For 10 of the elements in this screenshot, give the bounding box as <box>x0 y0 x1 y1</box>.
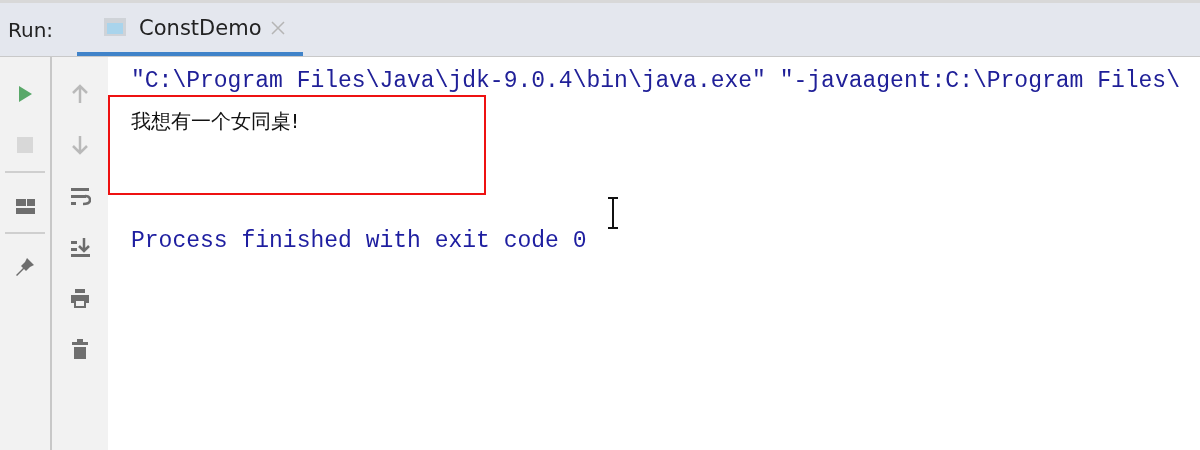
pin-icon[interactable] <box>14 256 36 278</box>
scroll-to-end-icon[interactable] <box>69 236 91 258</box>
console-line: "C:\Program Files\Java\jdk-9.0.4\bin\java.exe" "-javaagent:C:\Program Files\ <box>131 68 1180 94</box>
console-line: Process finished with exit code 0 <box>131 228 587 254</box>
soft-wrap-icon[interactable] <box>69 185 91 207</box>
panel-label: Run: <box>7 16 55 44</box>
trash-icon[interactable] <box>69 338 91 360</box>
console-line: 我想有一个女同桌! <box>131 109 300 133</box>
printer-icon[interactable] <box>69 287 91 309</box>
text-cursor-icon <box>607 197 619 229</box>
